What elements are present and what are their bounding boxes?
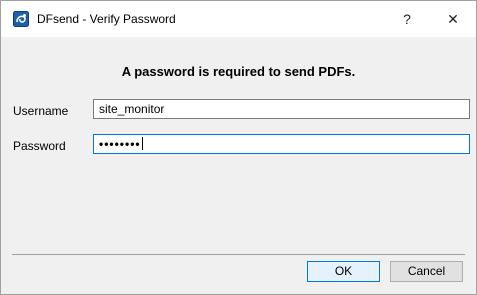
password-masked-value: •••••••• (99, 137, 141, 151)
help-button[interactable]: ? (384, 1, 430, 37)
dialog-window: DFsend - Verify Password ? ✕ A password … (0, 0, 477, 295)
help-icon: ? (403, 11, 411, 27)
ok-button[interactable]: OK (307, 261, 380, 282)
button-divider (12, 254, 465, 255)
window-title: DFsend - Verify Password (37, 12, 176, 26)
cancel-button[interactable]: Cancel (390, 261, 463, 282)
title-bar: DFsend - Verify Password ? ✕ (1, 1, 476, 37)
dialog-heading: A password is required to send PDFs. (121, 64, 356, 79)
text-caret (141, 137, 143, 150)
username-field[interactable]: site_monitor (93, 99, 470, 119)
close-button[interactable]: ✕ (430, 1, 476, 37)
username-value: site_monitor (99, 102, 165, 116)
username-label: Username (13, 104, 69, 118)
dfsend-app-icon (13, 11, 29, 27)
password-field[interactable]: •••••••• (93, 134, 470, 154)
close-icon: ✕ (447, 10, 459, 27)
password-label: Password (13, 139, 66, 153)
